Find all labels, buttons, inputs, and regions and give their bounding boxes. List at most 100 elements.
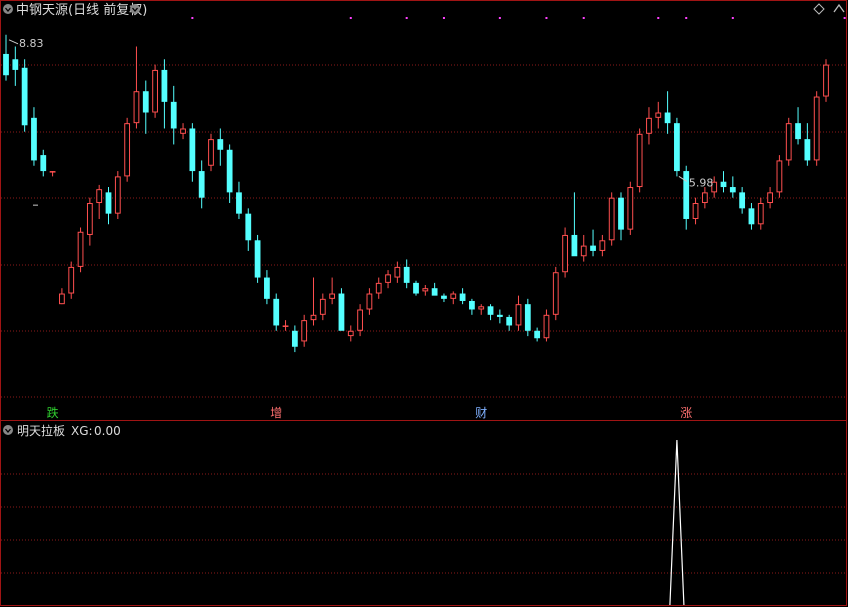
candle-body: [86, 203, 93, 235]
price-markers: 8.83 5.98: [8, 37, 713, 206]
candle-body: [357, 309, 363, 331]
indicator-panel-frame: [0, 420, 847, 606]
candle-body: [478, 306, 485, 310]
signal-dot: [191, 17, 194, 19]
candle-body: [208, 139, 214, 166]
candle-body: [40, 155, 47, 172]
indicator-toggle-icon[interactable]: [3, 425, 13, 435]
candle-body: [496, 314, 503, 317]
candle-body: [310, 314, 317, 321]
candle-body: [366, 293, 373, 310]
indicator-name: 明天拉板: [17, 423, 65, 438]
candle-body: [198, 171, 205, 198]
signal-series: [669, 439, 685, 606]
signal-dot: [545, 17, 548, 19]
collapse-toggle-icon[interactable]: [130, 4, 140, 14]
signal-spike: [669, 439, 685, 606]
candle-body: [161, 69, 168, 102]
candle-body: [692, 203, 699, 219]
candle-body: [264, 277, 270, 299]
candle-body: [189, 128, 196, 172]
candle-body: [590, 245, 596, 251]
candle-body: [77, 231, 84, 267]
high-marker-label: 8.83: [19, 37, 44, 50]
signal-dot: [582, 17, 585, 19]
candle-body: [105, 192, 112, 214]
arrow-up-icon[interactable]: [833, 3, 845, 13]
candle-body: [431, 288, 438, 296]
candle-body: [31, 117, 37, 161]
candle-body: [450, 293, 457, 299]
event-tag: 跌: [47, 405, 59, 420]
candle-body: [524, 304, 531, 331]
candle-body: [469, 300, 475, 310]
candle-body: [459, 293, 466, 301]
candle-body: [729, 187, 736, 193]
candle-body: [3, 53, 9, 76]
title-toggle-icon[interactable]: [3, 4, 13, 14]
candle-body: [114, 176, 121, 214]
candle-body: [515, 304, 522, 326]
candle-body: [96, 189, 103, 204]
candle-body: [739, 192, 746, 209]
candle-body: [12, 59, 19, 70]
candle-body: [543, 314, 550, 339]
candle-body: [804, 139, 811, 161]
signal-dot: [843, 17, 846, 19]
candle-body: [319, 298, 326, 315]
candle-body: [124, 123, 131, 177]
signal-dots: [191, 17, 846, 19]
candle-body: [21, 67, 28, 126]
indicator-label: XG:: [71, 424, 93, 438]
event-tag: 财: [475, 406, 487, 420]
high-marker-arrow: [8, 39, 19, 45]
candle-body: [618, 197, 624, 230]
candle-body: [599, 240, 606, 251]
candlestick-chart: 8.835.98 跌增财涨$ 中钢天源(日线 前复权) 明天拉板 XG: 0.0…: [0, 0, 847, 606]
candle-body: [748, 208, 755, 225]
candle-body: [59, 293, 65, 305]
candle-body: [329, 293, 336, 299]
candle-body: [441, 295, 447, 299]
indicator-value: 0.00: [94, 424, 121, 438]
candle-body: [422, 288, 429, 292]
candle-body: [534, 330, 541, 339]
candle-body: [133, 91, 140, 124]
candle-body: [152, 69, 158, 113]
candle-body: [180, 128, 186, 134]
candle-body: [823, 64, 829, 97]
candle-body: [776, 160, 783, 193]
candle-body: [785, 123, 792, 161]
chart-title: 中钢天源(日线 前复权): [16, 2, 147, 18]
candle-body: [720, 181, 727, 188]
candle-body: [217, 139, 224, 150]
candle-body: [142, 91, 149, 113]
signal-dot: [405, 17, 408, 19]
signal-dot: [442, 17, 445, 19]
candle-body: [347, 330, 354, 337]
chart-window: 8.835.98 跌增财涨$ 中钢天源(日线 前复权) 明天拉板 XG: 0.0…: [0, 0, 848, 607]
candle-body: [646, 117, 652, 134]
candle-body: [608, 197, 615, 241]
candle-body: [338, 293, 345, 331]
candle-body: [291, 330, 298, 347]
signal-dot: [731, 17, 734, 19]
candle-body: [571, 234, 578, 257]
candle-body: [701, 192, 708, 204]
candle-body: [375, 282, 382, 294]
candle-body: [757, 203, 764, 225]
candle-body: [226, 149, 233, 193]
candle-body: [767, 192, 773, 204]
candle-body: [49, 171, 56, 173]
signal-dot: [685, 17, 688, 19]
candle-body: [552, 272, 559, 315]
candle-body: [385, 274, 391, 283]
candle-body: [394, 266, 401, 278]
candle-body: [282, 325, 289, 327]
candles-layer: [3, 34, 829, 353]
diamond-icon[interactable]: [813, 3, 825, 15]
candle-body: [487, 306, 494, 315]
event-tag: 增: [270, 406, 282, 420]
candle-body: [245, 213, 252, 241]
signal-dot: [657, 17, 660, 19]
